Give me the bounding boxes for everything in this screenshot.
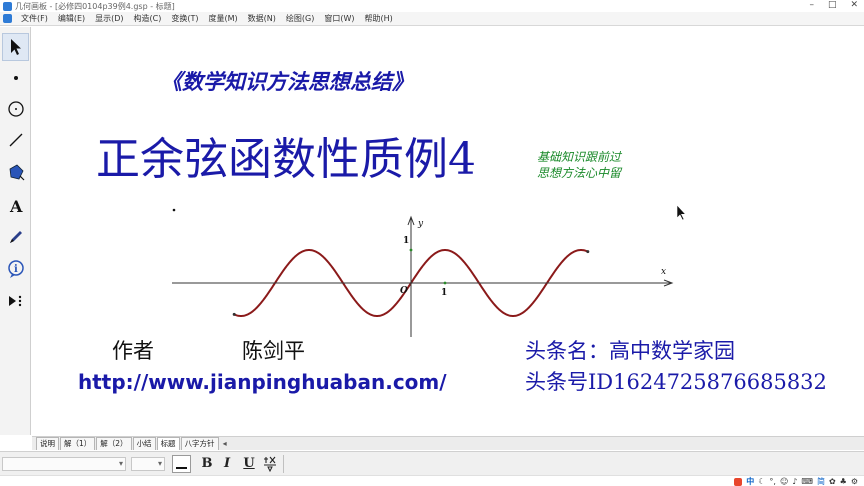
svg-text:i: i [14,264,18,275]
x-axis-label: x [661,267,666,277]
point-tool[interactable] [2,64,29,92]
toolbox: A i [0,27,31,435]
text-color-swatch[interactable] [172,455,191,473]
chevron-down-icon: ▾ [118,459,123,468]
sketch-canvas[interactable]: 《数学知识方法思想总结》 正余弦函数性质例4 基础知识跟前过 思想方法心中留 y… [32,27,864,435]
marker-tool[interactable] [2,223,29,251]
compass-tool[interactable] [2,95,29,123]
minimize-icon[interactable]: – [809,0,814,10]
shirt-icon[interactable]: ♣ [840,477,847,486]
system-tray: 中 ☾ °, ☺ ♪ ⌨ 简 ✿ ♣ ⚙ [734,476,858,486]
ime-language-indicator[interactable]: 中 [746,476,754,486]
document-icon[interactable] [3,14,12,23]
information-tool[interactable]: i [2,255,29,283]
play-more-icon [8,295,21,307]
marker-pen-icon [9,231,22,243]
tab-eight-char-guideline[interactable]: 八字方针 [180,437,219,450]
menu-number[interactable]: 数据(N) [245,13,279,24]
mouse-cursor-icon [676,204,687,221]
tab-title[interactable]: 标题 [156,437,180,450]
line-segment-icon [9,133,22,147]
italic-button[interactable]: I [221,456,233,472]
website-url: http://www.jianpinghuaban.com/ [78,370,447,394]
system-taskbar: 中 ☾ °, ☺ ♪ ⌨ 简 ✿ ♣ ⚙ [0,475,864,486]
sine-graph: y x O 1 1 [172,215,674,337]
side-note-line1: 基础知识跟前过 [537,150,623,164]
close-icon[interactable]: ✕ [850,0,858,10]
arrow-icon [10,39,21,55]
menu-transform[interactable]: 变换(T) [168,13,201,24]
toutiao-name: 头条名：高中数学家园 [525,339,735,363]
menu-bar: 文件(F) 编辑(E) 显示(D) 构造(C) 变换(T) 度量(M) 数据(N… [0,12,864,26]
curve-end-point[interactable] [586,250,590,254]
font-size-select[interactable]: ▾ [131,457,165,471]
math-notation-icon [264,456,276,473]
toutiao-id: 头条号ID1624725876685832 [525,370,827,394]
bold-button[interactable]: B [200,456,214,472]
y-tick-label: 1 [403,236,409,246]
author-label: 作者 [112,339,154,363]
menu-file[interactable]: 文件(F) [18,13,51,24]
keyboard-icon[interactable]: ⌨ [801,477,813,486]
svg-text:A: A [9,197,23,215]
straightedge-tool[interactable] [2,126,29,154]
format-divider [283,455,284,473]
point-icon [13,76,18,80]
menu-edit[interactable]: 编辑(E) [55,13,88,24]
maximize-icon[interactable]: □ [828,0,837,10]
canvas-drawing: 《数学知识方法思想总结》 正余弦函数性质例4 基础知识跟前过 思想方法心中留 y… [78,69,827,394]
origin-label: O [400,286,408,296]
x-unit-point[interactable] [443,281,447,285]
custom-tools[interactable] [2,287,29,315]
window-controls: – □ ✕ [809,0,858,10]
menu-measure[interactable]: 度量(M) [206,13,241,24]
x-tick-label: 1 [441,288,447,298]
moon-icon[interactable]: ☾ [758,477,765,486]
underline-button[interactable]: U [242,456,256,472]
polygon-icon [9,164,24,181]
math-format-button[interactable] [262,455,278,473]
author-name: 陈剑平 [242,339,305,363]
text-tool[interactable]: A [2,192,29,220]
series-title: 《数学知识方法思想总结》 [161,69,413,94]
punctuation-icon[interactable]: °, [769,477,776,486]
text-a-icon: A [9,197,23,215]
circle-icon [7,101,24,117]
tab-intro[interactable]: 说明 [36,437,59,450]
y-axis-label: y [417,219,424,229]
polygon-tool[interactable] [2,158,29,186]
sogou-ime-icon[interactable] [734,477,743,486]
page-tab-bar: 说明 解（1） 解（2） 小结 标题 八字方针 ◂ [32,436,864,450]
tab-solution-2[interactable]: 解（2） [96,437,132,450]
window-title: 几何画板 - [必修四0104p39例4.gsp - 标题] [15,1,175,11]
voice-icon[interactable]: ♪ [792,477,797,486]
side-note-line2: 思想方法心中留 [537,166,623,180]
stray-point[interactable] [172,208,176,212]
skin-icon[interactable]: ✿ [829,477,836,486]
menu-construct[interactable]: 构造(C) [131,13,165,24]
tab-scroll-left-icon[interactable]: ◂ [220,438,230,450]
text-format-bar: ▾ ▾ B I U [0,451,864,475]
chevron-down-icon: ▾ [157,459,162,468]
menu-graph[interactable]: 绘图(G) [283,13,317,24]
settings-icon[interactable]: ⚙ [851,477,858,486]
curve-start-point[interactable] [232,312,236,316]
menu-window[interactable]: 窗口(W) [321,13,357,24]
font-family-select[interactable]: ▾ [2,457,126,471]
menu-display[interactable]: 显示(D) [92,13,126,24]
arrow-select-tool[interactable] [2,33,29,61]
tab-solution-1[interactable]: 解（1） [60,437,96,450]
main-title: 正余弦函数性质例4 [96,134,476,185]
info-icon: i [7,260,24,278]
tab-summary[interactable]: 小结 [132,437,156,450]
menu-help[interactable]: 帮助(H) [362,13,396,24]
app-icon [3,1,12,11]
simplified-chinese-indicator[interactable]: 简 [817,476,825,486]
y-unit-point[interactable] [409,248,413,252]
emoji-icon[interactable]: ☺ [780,477,788,486]
window-title-bar: 几何画板 - [必修四0104p39例4.gsp - 标题] – □ ✕ [0,0,864,12]
